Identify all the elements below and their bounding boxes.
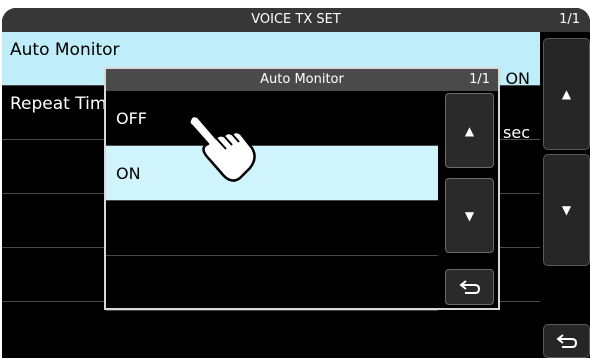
pointing-hand-icon [188,114,256,182]
down-arrow-icon: ▼ [464,208,475,223]
option-empty [106,201,438,256]
option-on[interactable]: ON [106,146,438,201]
dialog-page-indicator: 1/1 [469,72,490,87]
option-label: ON [116,164,141,183]
menu-item-label: Repeat Time [10,94,117,114]
option-off[interactable]: OFF [106,91,438,146]
page-indicator: 1/1 [559,12,580,27]
up-arrow-icon: ▲ [561,87,572,101]
return-arrow-icon [458,280,480,294]
scroll-up-button[interactable]: ▲ [543,38,590,150]
menu-item-label: Auto Monitor [10,40,120,60]
dialog-scroll-up-button[interactable]: ▲ [445,93,494,168]
option-label: OFF [116,109,147,128]
dialog-title: Auto Monitor [260,72,344,87]
dialog-scroll-down-button[interactable]: ▼ [445,178,494,253]
down-arrow-icon: ▼ [561,203,572,217]
up-arrow-icon: ▲ [464,123,475,138]
option-empty [106,256,438,311]
scroll-down-button[interactable]: ▼ [543,154,590,266]
back-button[interactable] [543,324,590,358]
dialog-back-button[interactable] [445,269,494,305]
dialog-title-bar: Auto Monitor 1/1 [106,69,498,91]
auto-monitor-dialog: Auto Monitor 1/1 OFF ON ▲ ▼ [104,67,500,311]
dialog-option-list: OFF ON [106,91,438,311]
title-bar: VOICE TX SET 1/1 [2,8,590,32]
screen-title: VOICE TX SET [251,12,341,27]
return-arrow-icon [555,334,577,348]
